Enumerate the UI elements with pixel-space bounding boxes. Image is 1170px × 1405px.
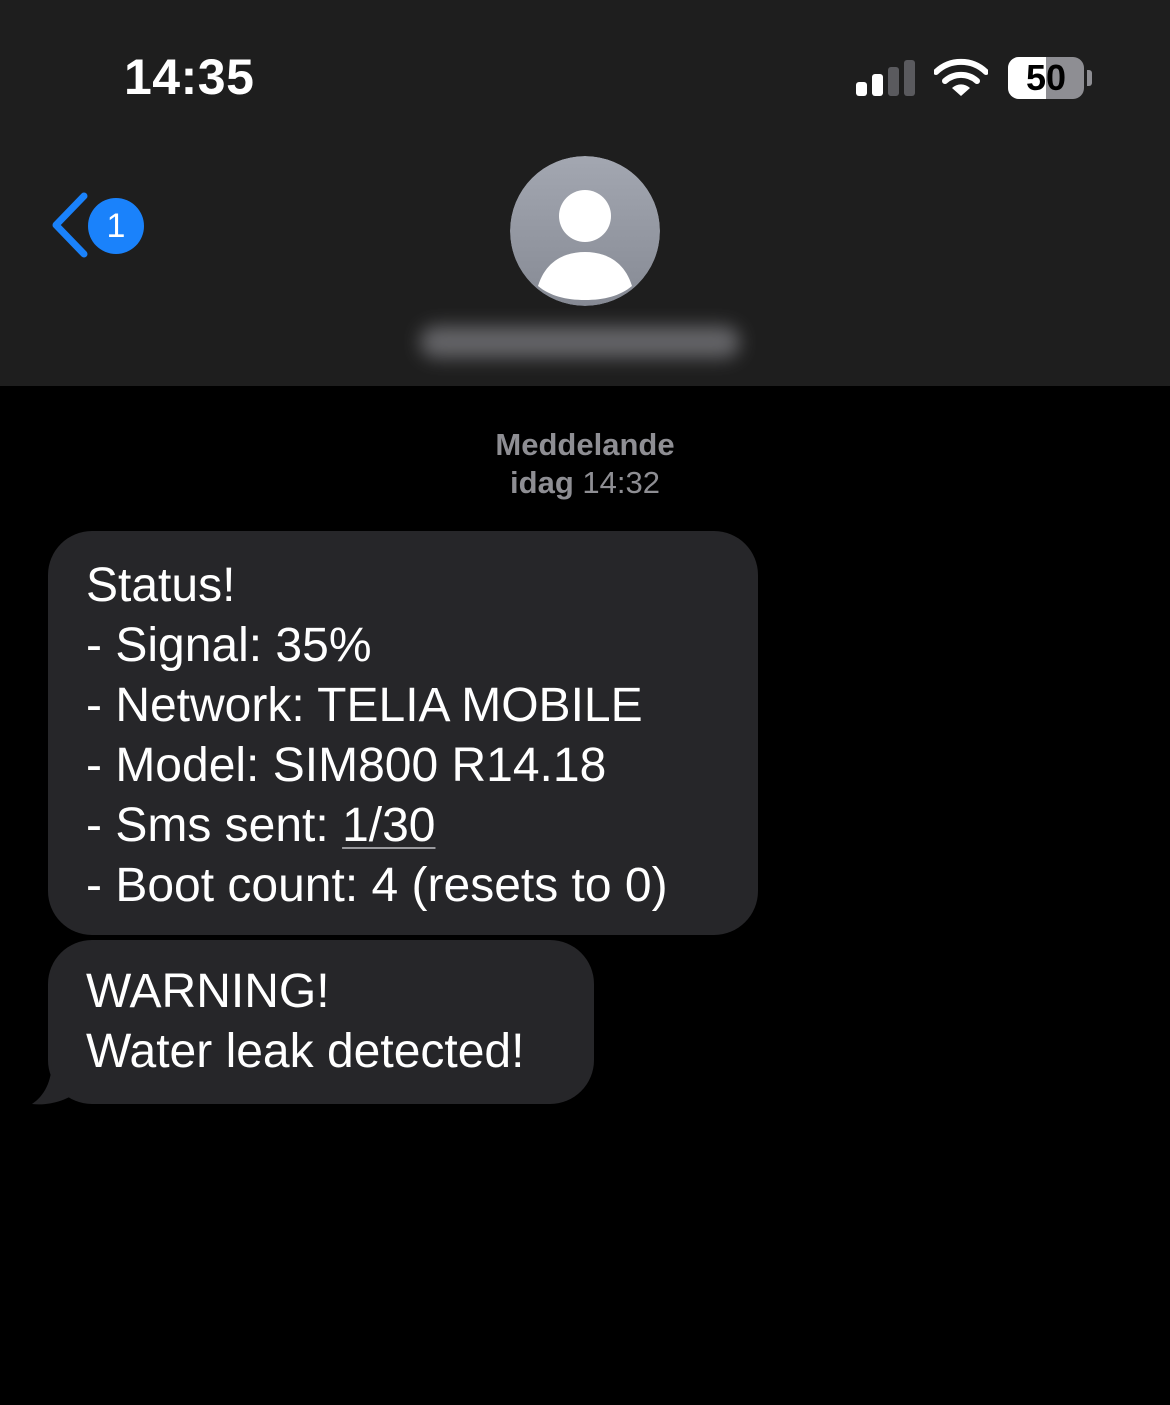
conversation-header: 14:35 50 1 xyxy=(0,0,1170,386)
signal-bar xyxy=(856,82,867,96)
message-line: - Network: TELIA MOBILE xyxy=(86,679,643,732)
battery-percent: 50 xyxy=(1025,57,1067,98)
status-time: 14:35 xyxy=(124,49,255,105)
signal-bar xyxy=(904,60,915,96)
message-line: - Model: SIM800 R14.18 xyxy=(86,739,607,792)
bubble-tail xyxy=(32,1060,80,1105)
message-line-text: - Sms sent: xyxy=(86,799,343,852)
detected-data-link[interactable]: 1/30 xyxy=(342,799,435,852)
message-line: Water leak detected! xyxy=(86,1025,525,1078)
message-line: - Sms sent: 1/30 xyxy=(86,796,758,856)
battery-icon: 50 xyxy=(1008,57,1084,99)
message-line: WARNING! xyxy=(86,965,330,1018)
message-line: Status! xyxy=(86,559,236,612)
cellular-signal-icon xyxy=(856,60,916,96)
wifi-icon xyxy=(934,58,988,96)
contact-avatar[interactable] xyxy=(510,156,660,306)
contact-name-blurred[interactable] xyxy=(420,326,740,358)
back-button[interactable]: 1 xyxy=(46,190,156,260)
battery-tip xyxy=(1087,70,1092,86)
message-bubble-status[interactable]: Status! - Signal: 35% - Network: TELIA M… xyxy=(48,531,758,935)
chevron-left-icon xyxy=(52,192,88,258)
timestamp-day: idag xyxy=(510,465,574,500)
timestamp-line: idag 14:32 xyxy=(0,464,1170,502)
message-line: - Boot count: 4 (resets to 0) xyxy=(86,859,668,912)
signal-bar xyxy=(872,74,883,96)
signal-bar xyxy=(888,67,899,96)
timestamp-time: 14:32 xyxy=(582,465,660,500)
person-icon xyxy=(510,156,660,306)
unread-count-badge: 1 xyxy=(88,198,144,254)
message-bubble-warning[interactable]: WARNING! Water leak detected! xyxy=(48,940,594,1104)
message-line: - Signal: 35% xyxy=(86,619,372,672)
conversation-timestamp: Meddelande idag 14:32 xyxy=(0,426,1170,502)
service-label: Meddelande xyxy=(495,427,675,462)
